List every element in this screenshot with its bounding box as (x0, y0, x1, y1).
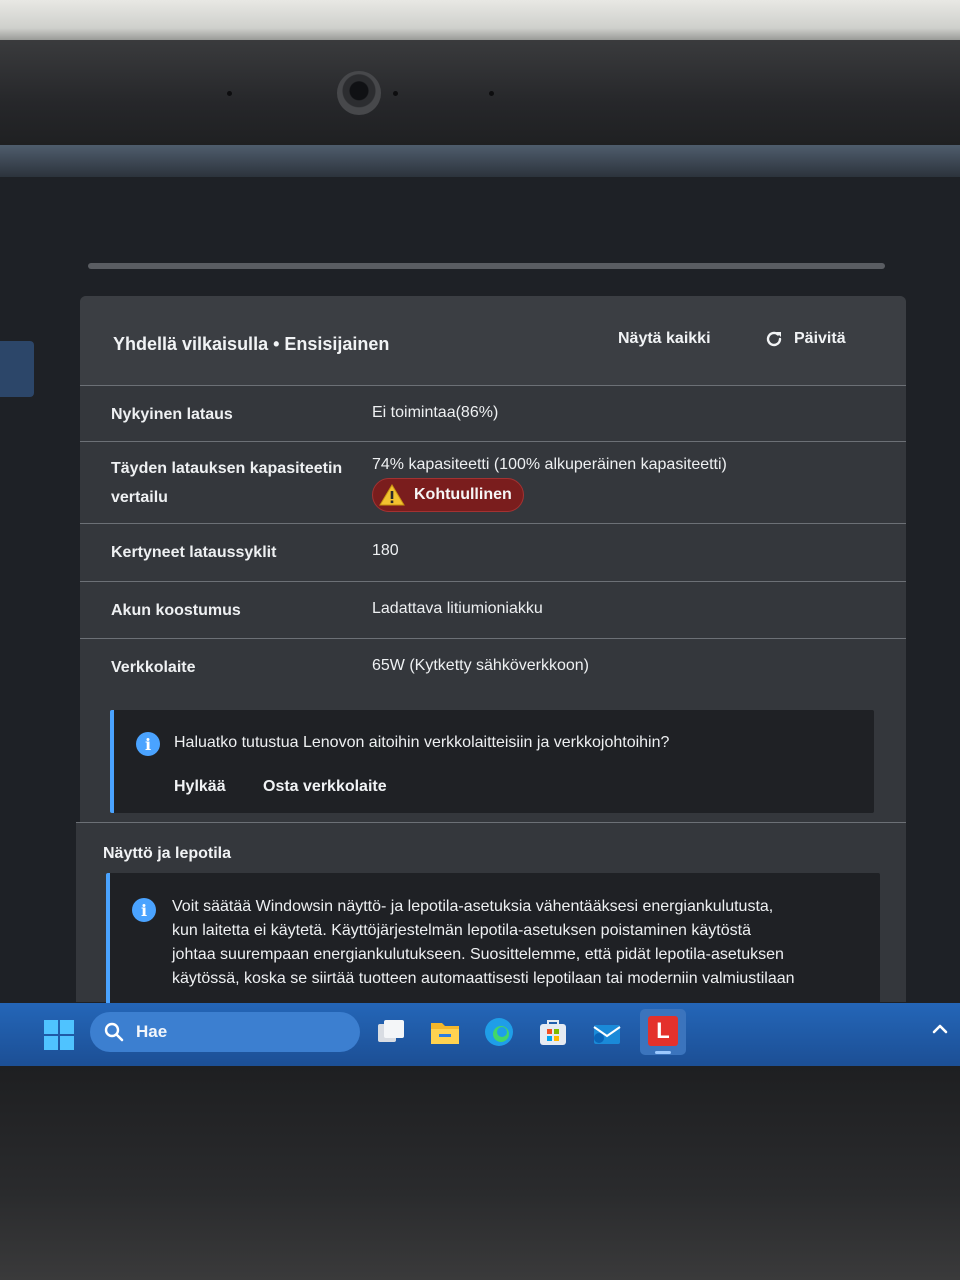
sleep-section: Näyttö ja lepotila i Voit säätää Windows… (76, 822, 906, 1013)
row-value: 65W (Kytketty sähköverkkoon) (372, 657, 589, 674)
sensor-dot (489, 91, 494, 96)
file-explorer-icon[interactable] (428, 1015, 462, 1049)
edge-icon[interactable] (482, 1015, 516, 1049)
scroll-divider (88, 263, 885, 269)
panel-header: Yhdellä vilkaisulla • Ensisijainen Näytä… (80, 296, 906, 386)
row-value: 180 (372, 542, 399, 559)
laptop-bezel-top (0, 40, 960, 145)
info-icon: i (132, 898, 156, 922)
sleep-notice-text: Voit säätää Windowsin näyttö- ja lepotil… (172, 895, 862, 991)
task-view-icon[interactable] (374, 1015, 408, 1049)
row-label: Nykyinen lataus (111, 406, 233, 423)
sleep-text-line: käytössä, koska se siirtää tuotteen auto… (172, 970, 795, 987)
laptop-bezel-bottom (0, 1066, 960, 1280)
background-window (0, 0, 960, 40)
sensor-dot (393, 91, 398, 96)
row-label: Akun koostumus (111, 602, 241, 619)
dismiss-button[interactable]: Hylkää (174, 778, 226, 796)
row-charge-cycles: Kertyneet lataussyklit 180 (80, 524, 906, 582)
sleep-notice: i Voit säätää Windowsin näyttö- ja lepot… (106, 873, 880, 1013)
row-battery-chemistry: Akun koostumus Ladattava litiumioniakku (80, 582, 906, 639)
row-current-charge: Nykyinen lataus Ei toimintaa(86%) (80, 386, 906, 442)
taskbar: Hae L (0, 1003, 960, 1066)
adapter-promo-notice: i Haluatko tutustua Lenovon aitoihin ver… (110, 710, 874, 813)
mail-icon[interactable] (590, 1015, 624, 1049)
row-value: 74% kapasiteetti (100% alkuperäinen kapa… (372, 456, 727, 473)
sleep-text-line: Voit säätää Windowsin näyttö- ja lepotil… (172, 898, 774, 915)
show-all-link[interactable]: Näytä kaikki (618, 330, 711, 348)
lenovo-vantage-icon[interactable]: L (640, 1009, 686, 1055)
warning-icon (379, 484, 405, 506)
window-title-strip (0, 145, 960, 177)
refresh-label: Päivitä (794, 330, 846, 347)
refresh-button[interactable]: Päivitä (764, 327, 846, 351)
info-icon: i (136, 732, 160, 756)
row-label: Kertyneet lataussyklit (111, 544, 277, 561)
refresh-icon (766, 331, 782, 347)
section-title: Näyttö ja lepotila (103, 845, 232, 862)
row-value: Ei toimintaa(86%) (372, 404, 499, 421)
row-label: Täyden latauksen kapasiteetin (111, 460, 343, 477)
promo-text: Haluatko tutustua Lenovon aitoihin verkk… (174, 734, 670, 751)
screen: Yhdellä vilkaisulla • Ensisijainen Näytä… (0, 145, 960, 1070)
lenovo-vantage-logo: L (648, 1016, 678, 1046)
row-value: Ladattava litiumioniakku (372, 600, 543, 617)
windows-logo-pane (44, 1036, 58, 1050)
row-ac-adapter: Verkkolaite 65W (Kytketty sähköverkkoon) (80, 639, 906, 697)
windows-logo-pane (60, 1020, 74, 1034)
sleep-text-line: johtaa suurempaan energiankulutukseen. S… (172, 946, 784, 963)
chevron-up-icon[interactable] (930, 1019, 950, 1039)
row-label-line2: vertailu (111, 489, 168, 506)
search-placeholder: Hae (136, 1022, 168, 1041)
status-badge: Kohtuullinen (372, 478, 524, 512)
search-icon (104, 1022, 124, 1042)
active-app-indicator (655, 1051, 671, 1054)
status-badge-label: Kohtuullinen (414, 486, 512, 503)
row-capacity-comparison: Täyden latauksen kapasiteetin vertailu 7… (80, 442, 906, 524)
row-label: Verkkolaite (111, 659, 196, 676)
windows-logo-pane (44, 1020, 58, 1034)
sensor-dot (227, 91, 232, 96)
start-button[interactable] (44, 1020, 74, 1050)
sleep-text-line: kun laitetta ei käytetä. Käyttöjärjestel… (172, 922, 751, 939)
store-icon[interactable] (536, 1015, 570, 1049)
buy-adapter-button[interactable]: Osta verkkolaite (263, 778, 387, 796)
nav-selected-indicator[interactable] (0, 341, 34, 397)
search-input[interactable]: Hae (90, 1012, 360, 1052)
windows-logo-pane (60, 1036, 74, 1050)
webcam (337, 71, 381, 115)
panel-title: Yhdellä vilkaisulla • Ensisijainen (113, 334, 390, 354)
